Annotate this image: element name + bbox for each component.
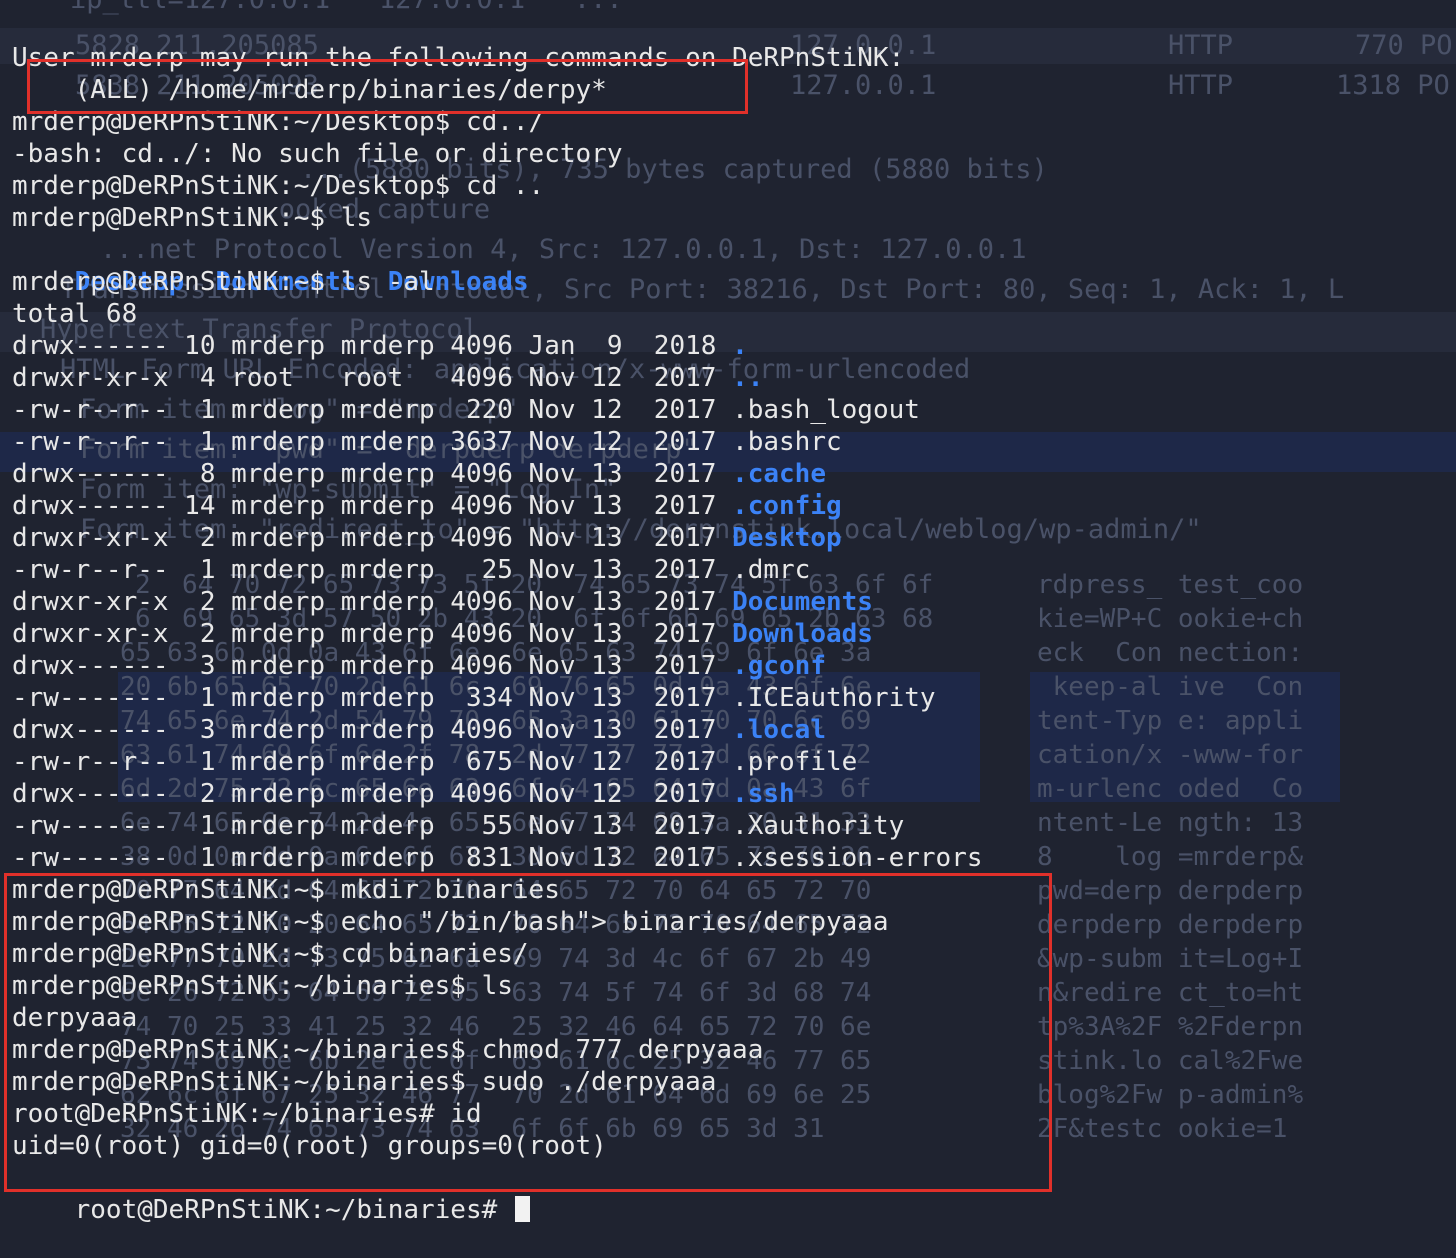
listing-file-name: .ICEauthority [732,683,936,713]
listing-meta: -rw-r--r-- 1 mrderp mrderp 3637 Nov 12 2… [12,427,733,457]
listing-row: -rw------- 1 mrderp mrderp 55 Nov 13 201… [12,810,904,842]
listing-meta: drwxr-xr-x 2 mrderp mrderp 4096 Nov 13 2… [12,619,733,649]
listing-meta: -rw-r--r-- 1 mrderp mrderp 220 Nov 12 20… [12,395,733,425]
listing-dir-name: . [732,331,748,361]
listing-row: drwx------ 3 mrderp mrderp 4096 Nov 13 2… [12,650,826,682]
listing-dir-name: Documents [732,587,873,617]
listing-dir-name: .ssh [732,779,795,809]
listing-meta: drwxr-xr-x 4 root root 4096 Nov 12 2017 [12,363,733,393]
listing-dir-name: .cache [732,459,826,489]
listing-meta: -rw-r--r-- 1 mrderp mrderp 25 Nov 13 201… [12,555,733,585]
listing-meta: -rw------- 1 mrderp mrderp 831 Nov 13 20… [12,843,733,873]
listing-file-name: .Xauthority [732,811,905,841]
listing-row: drwx------ 8 mrderp mrderp 4096 Nov 13 2… [12,458,826,490]
listing-file-name: .dmrc [732,555,811,585]
listing-meta: drwx------ 14 mrderp mrderp 4096 Nov 13 … [12,491,733,521]
highlight-box-sudoers [27,59,748,114]
listing-row: -rw-r--r-- 1 mrderp mrderp 3637 Nov 12 2… [12,426,842,458]
terminal-line-cd-up: mrderp@DeRPnStiNK:~/Desktop$ cd .. [12,171,545,201]
listing-meta: -rw-r--r-- 1 mrderp mrderp 675 Nov 12 20… [12,747,733,777]
highlight-box-exploit [4,873,1052,1192]
listing-meta: drwxr-xr-x 2 mrderp mrderp 4096 Nov 13 2… [12,523,733,553]
listing-row: -rw-r--r-- 1 mrderp mrderp 220 Nov 12 20… [12,394,920,426]
listing-row: drwxr-xr-x 2 mrderp mrderp 4096 Nov 13 2… [12,522,842,554]
listing-file-name: .bashrc [732,427,842,457]
listing-row: -rw-r--r-- 1 mrderp mrderp 25 Nov 13 201… [12,554,810,586]
listing-dir-name: .gconf [732,651,826,681]
text-cursor [514,1196,530,1222]
listing-meta: drwx------ 3 mrderp mrderp 4096 Nov 13 2… [12,651,733,681]
listing-meta: -rw------- 1 mrderp mrderp 55 Nov 13 201… [12,811,733,841]
listing-dir-name: Downloads [732,619,873,649]
listing-meta: drwx------ 8 mrderp mrderp 4096 Nov 13 2… [12,459,733,489]
listing-total: total 68 [12,299,138,329]
ls-output: Desktop Documents Downloads [12,234,529,297]
listing-dir-name: .config [732,491,842,521]
listing-dir-name: .local [732,715,826,745]
listing-row: -rw------- 1 mrderp mrderp 334 Nov 13 20… [12,682,936,714]
listing-row: drwx------ 3 mrderp mrderp 4096 Nov 13 2… [12,714,826,746]
listing-row: drwx------ 10 mrderp mrderp 4096 Jan 9 2… [12,330,748,362]
listing-row: drwxr-xr-x 2 mrderp mrderp 4096 Nov 13 2… [12,586,873,618]
listing-row: -rw-r--r-- 1 mrderp mrderp 675 Nov 12 20… [12,746,857,778]
listing-dir-name: .. [732,363,764,393]
listing-meta: drwx------ 10 mrderp mrderp 4096 Jan 9 2… [12,331,733,361]
terminal-line-ls: mrderp@DeRPnStiNK:~$ ls [12,203,373,233]
terminal-line-ls-al: mrderp@DeRPnStiNK:~$ ls -al [12,267,435,297]
listing-file-name: .profile [732,747,858,777]
listing-row: drwx------ 2 mrderp mrderp 4096 Nov 12 2… [12,778,795,810]
listing-file-name: .xsession-errors [732,843,983,873]
terminal-line-bash-error: -bash: cd../: No such file or directory [12,139,623,169]
listing-meta: -rw------- 1 mrderp mrderp 334 Nov 13 20… [12,683,733,713]
listing-row: drwxr-xr-x 4 root root 4096 Nov 12 2017 … [12,362,763,394]
listing-row: drwxr-xr-x 2 mrderp mrderp 4096 Nov 13 2… [12,618,873,650]
listing-meta: drwx------ 2 mrderp mrderp 4096 Nov 12 2… [12,779,733,809]
listing-dir-name: Desktop [732,523,842,553]
root-prompt: root@DeRPnStiNK:~/binaries# [74,1195,513,1225]
listing-file-name: .bash_logout [732,395,920,425]
listing-meta: drwx------ 3 mrderp mrderp 4096 Nov 13 2… [12,715,733,745]
listing-row: -rw------- 1 mrderp mrderp 831 Nov 13 20… [12,842,983,874]
listing-row: drwx------ 14 mrderp mrderp 4096 Nov 13 … [12,490,842,522]
listing-meta: drwxr-xr-x 2 mrderp mrderp 4096 Nov 13 2… [12,587,733,617]
